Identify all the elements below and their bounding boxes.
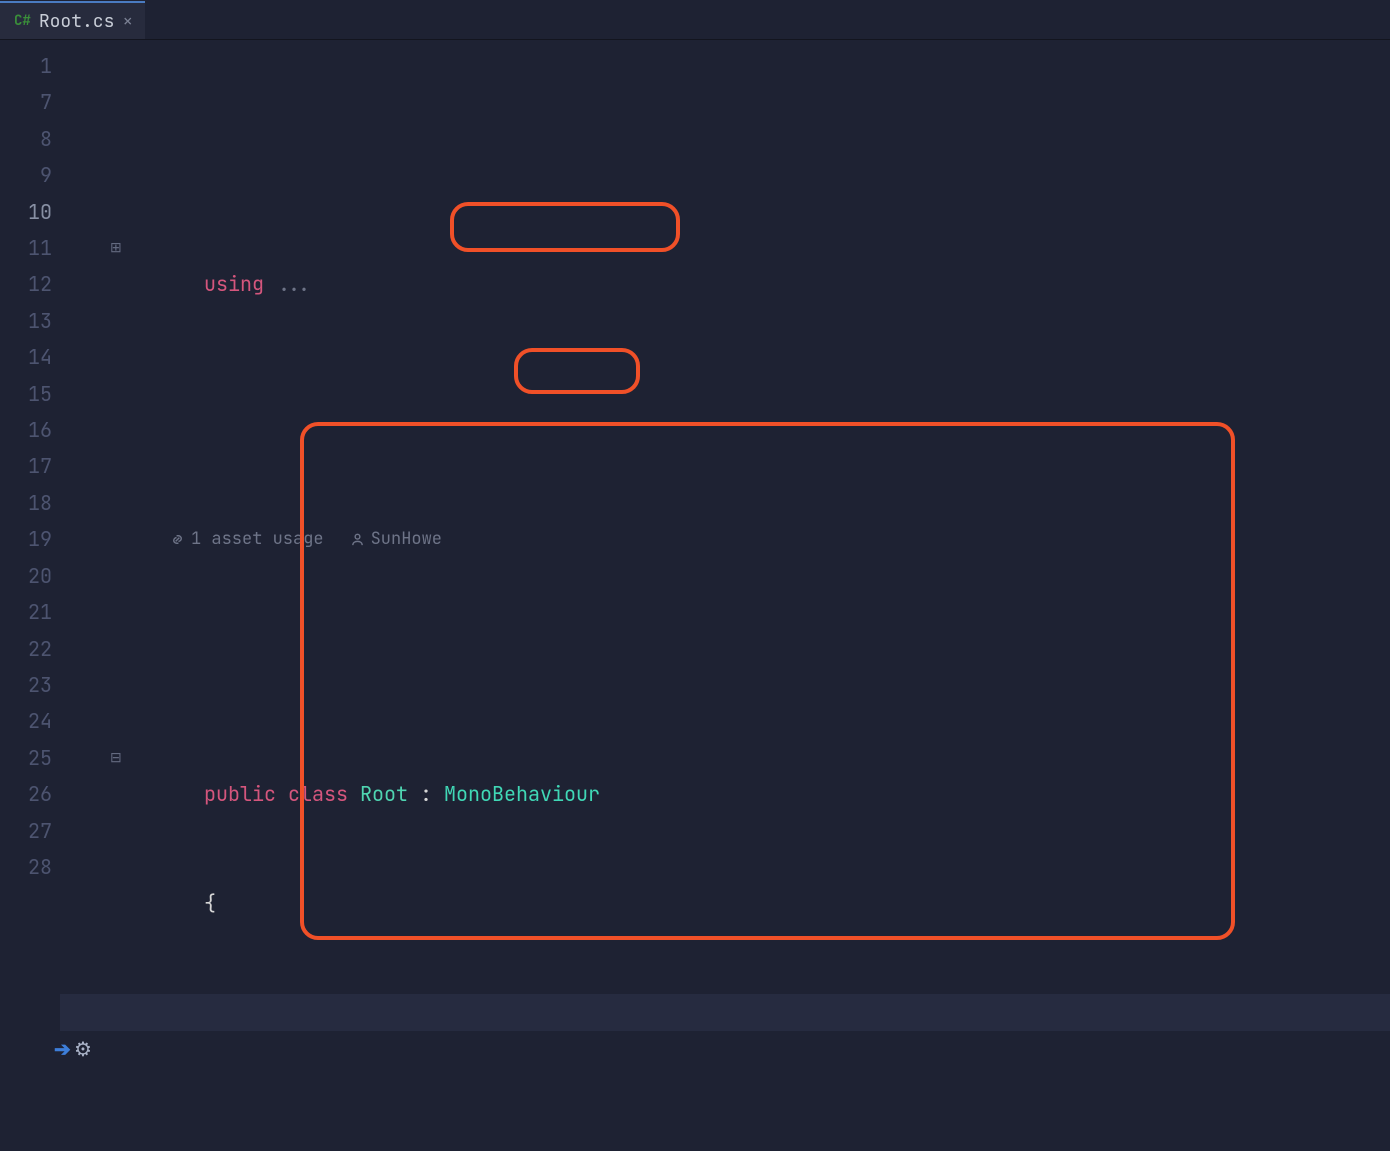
- line-number-gutter: 1789101112131415161718192021222324252627…: [0, 40, 60, 1151]
- keyword: public: [204, 781, 276, 807]
- asset-usage-lens[interactable]: 1 asset usage: [170, 521, 324, 557]
- gear-icon: ⚙: [74, 1031, 92, 1067]
- lens-text: SunHowe: [371, 521, 442, 557]
- tab-bar: C# Root.cs ×: [0, 0, 1390, 40]
- file-tab-root-cs[interactable]: C# Root.cs ×: [0, 1, 145, 39]
- brace: {: [204, 890, 216, 916]
- line-number: 10: [0, 194, 60, 230]
- line-number: 7: [0, 84, 60, 120]
- line-number: 17: [0, 448, 60, 484]
- author-lens[interactable]: SunHowe: [350, 521, 442, 557]
- line-number: 1: [0, 48, 60, 84]
- code-line: public class Root : MonoBehaviour: [60, 703, 1390, 739]
- line-number: 22: [0, 631, 60, 667]
- line-number: 16: [0, 412, 60, 448]
- link-icon: [170, 532, 185, 547]
- line-number: 12: [0, 266, 60, 302]
- keyword: class: [288, 781, 348, 807]
- line-number: 25: [0, 740, 60, 776]
- line-number: 20: [0, 558, 60, 594]
- base-type: MonoBehaviour: [444, 781, 600, 807]
- csharp-file-icon: C#: [14, 12, 31, 30]
- line-number: 8: [0, 121, 60, 157]
- line-number: 11: [0, 230, 60, 266]
- lens-text: 1 asset usage: [191, 521, 324, 557]
- line-number: 27: [0, 813, 60, 849]
- code-editor[interactable]: 1789101112131415161718192021222324252627…: [0, 40, 1390, 1151]
- line-number: 21: [0, 594, 60, 630]
- code-line: {: [60, 849, 1390, 885]
- line-number: 26: [0, 776, 60, 812]
- tab-filename: Root.cs: [39, 10, 115, 33]
- fold-minus-icon[interactable]: [110, 740, 124, 754]
- punct: :: [420, 781, 432, 807]
- line-number: 24: [0, 703, 60, 739]
- line-number: 19: [0, 521, 60, 557]
- execution-arrow-icon: ➔: [54, 1031, 71, 1067]
- code-area[interactable]: using ... 1 asset usage SunHowe public c…: [60, 40, 1390, 1151]
- class-name: Root: [360, 781, 408, 807]
- line-number: 23: [0, 667, 60, 703]
- line-number: 14: [0, 339, 60, 375]
- close-icon[interactable]: ×: [122, 10, 133, 33]
- line-number: 13: [0, 303, 60, 339]
- code-lens-row[interactable]: 1 asset usage SunHowe: [60, 521, 1390, 557]
- line-number: 9: [0, 157, 60, 193]
- line-number: 15: [0, 376, 60, 412]
- fold-plus-icon[interactable]: [110, 230, 124, 244]
- folded-text: ...: [276, 271, 312, 297]
- user-icon: [350, 532, 365, 547]
- line-number: 28: [0, 849, 60, 885]
- current-line: ➔⚙: [60, 994, 1390, 1030]
- code-line: using ...: [60, 194, 1390, 230]
- line-number: 18: [0, 485, 60, 521]
- keyword-using: using: [204, 271, 264, 297]
- code-line: [60, 339, 1390, 375]
